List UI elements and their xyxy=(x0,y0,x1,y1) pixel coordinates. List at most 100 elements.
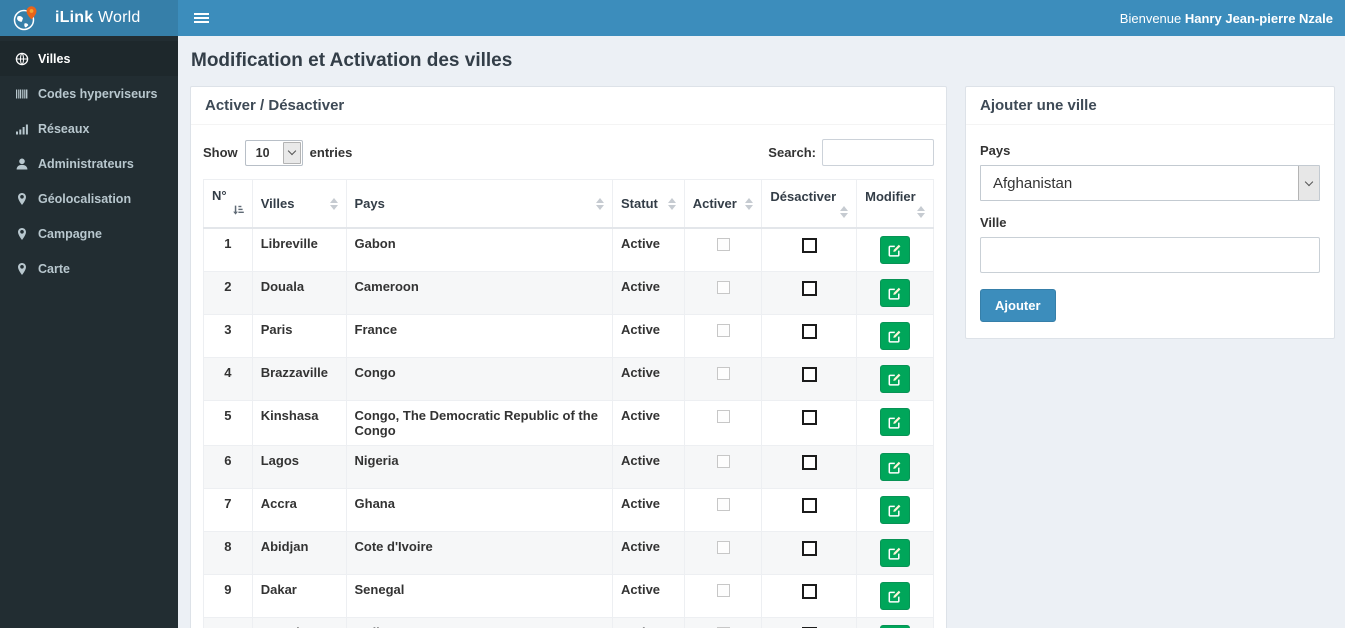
sidebar-item-label: Géolocalisation xyxy=(38,191,132,206)
edit-icon xyxy=(888,243,902,257)
sort-icon xyxy=(745,198,754,210)
table-row: 2 Douala Cameroon Active xyxy=(203,271,934,315)
modifier-button[interactable] xyxy=(880,236,911,264)
column-header-villes[interactable]: Villes xyxy=(251,179,347,229)
sidebar-item-label: Campagne xyxy=(38,226,102,241)
pays-cell: Ghana xyxy=(345,488,614,532)
pays-cell: Nigeria xyxy=(345,445,614,489)
sidebar-item-label: Carte xyxy=(38,261,70,276)
sidebar-item-campagne[interactable]: Campagne xyxy=(0,216,178,251)
ajouter-button[interactable]: Ajouter xyxy=(980,289,1056,322)
modifier-button[interactable] xyxy=(880,408,911,436)
desactiver-checkbox[interactable] xyxy=(801,367,817,382)
map-marker-icon xyxy=(14,262,29,276)
sidebar-item-label: Codes hyperviseurs xyxy=(38,86,158,101)
ville-input[interactable] xyxy=(980,237,1320,273)
row-number: 5 xyxy=(203,400,253,446)
pays-cell: Senegal xyxy=(345,574,614,618)
pays-cell: Cote d'Ivoire xyxy=(345,531,614,575)
activer-checkbox xyxy=(716,455,730,468)
table-row: 4 Brazzaville Congo Active xyxy=(203,357,934,401)
modifier-button[interactable] xyxy=(880,453,911,481)
ville-cell: Brazzaville xyxy=(251,357,347,401)
search-input[interactable] xyxy=(822,139,934,166)
edit-icon xyxy=(888,372,902,386)
modifier-button[interactable] xyxy=(880,539,911,567)
table-row: 9 Dakar Senegal Active xyxy=(203,574,934,618)
edit-icon xyxy=(888,503,902,517)
table-row: 7 Accra Ghana Active xyxy=(203,488,934,532)
ville-cell: Dakar xyxy=(251,574,347,618)
column-header-activer[interactable]: Activer xyxy=(683,179,763,229)
pays-cell: France xyxy=(345,314,614,358)
activer-checkbox xyxy=(716,367,730,380)
modifier-button[interactable] xyxy=(880,365,911,393)
row-number: 10 xyxy=(203,617,253,628)
sidebar-item-codes-hyperviseurs[interactable]: Codes hyperviseurs xyxy=(0,76,178,111)
hamburger-icon xyxy=(194,11,209,25)
entries-length-control: Show 10 entries xyxy=(203,139,352,166)
sidebar-item-villes[interactable]: Villes xyxy=(0,41,178,76)
sidebar-toggle-button[interactable] xyxy=(178,0,225,36)
pays-cell: Congo xyxy=(345,357,614,401)
sidebar-item-label: Villes xyxy=(38,51,71,66)
modifier-button[interactable] xyxy=(880,496,911,524)
desactiver-checkbox[interactable] xyxy=(801,455,817,470)
villes-table: N° Villes Pays Statut Activer Désactiver… xyxy=(203,179,934,628)
activer-checkbox xyxy=(716,410,730,423)
sort-icon xyxy=(667,198,676,210)
sidebar-item-administrateurs[interactable]: Administrateurs xyxy=(0,146,178,181)
sidebar-item-label: Réseaux xyxy=(38,121,90,136)
ville-cell: Abidjan xyxy=(251,531,347,575)
page-title: Modification et Activation des villes xyxy=(191,50,513,71)
desactiver-checkbox[interactable] xyxy=(801,410,817,425)
add-ville-panel: Ajouter une ville Pays Afghanistan Ville… xyxy=(965,86,1335,339)
column-header-pays[interactable]: Pays xyxy=(345,179,614,229)
edit-icon xyxy=(888,546,902,560)
desactiver-checkbox[interactable] xyxy=(801,584,817,599)
column-header-modifier[interactable]: Modifier xyxy=(856,179,934,229)
activer-checkbox xyxy=(716,238,730,251)
desactiver-checkbox[interactable] xyxy=(801,541,817,556)
desactiver-checkbox[interactable] xyxy=(801,498,817,513)
statut-cell: Active xyxy=(612,531,685,575)
column-header-statut[interactable]: Statut xyxy=(612,179,685,229)
table-panel-title: Activer / Désactiver xyxy=(191,87,946,125)
sidebar-item-geolocalisation[interactable]: Géolocalisation xyxy=(0,181,178,216)
navbar: Bienvenue Hanry Jean-pierre Nzale xyxy=(178,0,1345,36)
ville-cell: Libreville xyxy=(251,227,347,272)
statut-cell: Active xyxy=(612,617,685,628)
sidebar-item-reseaux[interactable]: Réseaux xyxy=(0,111,178,146)
desactiver-checkbox[interactable] xyxy=(801,238,817,253)
globe-pin-logo-icon xyxy=(12,5,39,32)
row-number: 8 xyxy=(203,531,253,575)
desactiver-checkbox[interactable] xyxy=(801,281,817,296)
row-number: 6 xyxy=(203,445,253,489)
pays-cell: Cameroon xyxy=(345,271,614,315)
activer-checkbox xyxy=(716,498,730,511)
modifier-button[interactable] xyxy=(880,582,911,610)
column-header-no[interactable]: N° xyxy=(203,179,253,229)
entries-select[interactable]: 10 xyxy=(244,139,303,166)
modifier-button[interactable] xyxy=(880,322,911,350)
pays-select[interactable]: Afghanistan xyxy=(980,165,1320,201)
row-number: 1 xyxy=(203,227,253,272)
desactiver-checkbox[interactable] xyxy=(801,324,817,339)
barcode-icon xyxy=(14,87,29,101)
show-label: Show xyxy=(203,145,238,160)
row-number: 3 xyxy=(203,314,253,358)
column-header-desactiver[interactable]: Désactiver xyxy=(761,179,858,229)
pays-cell: Congo, The Democratic Republic of the Co… xyxy=(345,400,614,446)
sidebar-item-carte[interactable]: Carte xyxy=(0,251,178,286)
statut-cell: Active xyxy=(612,271,685,315)
edit-icon xyxy=(888,415,902,429)
app-window: iLink World Bienvenue Hanry Jean-pierre … xyxy=(0,0,1345,628)
modifier-button[interactable] xyxy=(880,279,911,307)
brand[interactable]: iLink World xyxy=(0,0,178,36)
globe-icon xyxy=(14,52,29,66)
brand-title: iLink World xyxy=(55,9,141,26)
statut-cell: Active xyxy=(612,357,685,401)
statut-cell: Active xyxy=(612,574,685,618)
statut-cell: Active xyxy=(612,400,685,446)
ville-label: Ville xyxy=(980,215,1007,230)
